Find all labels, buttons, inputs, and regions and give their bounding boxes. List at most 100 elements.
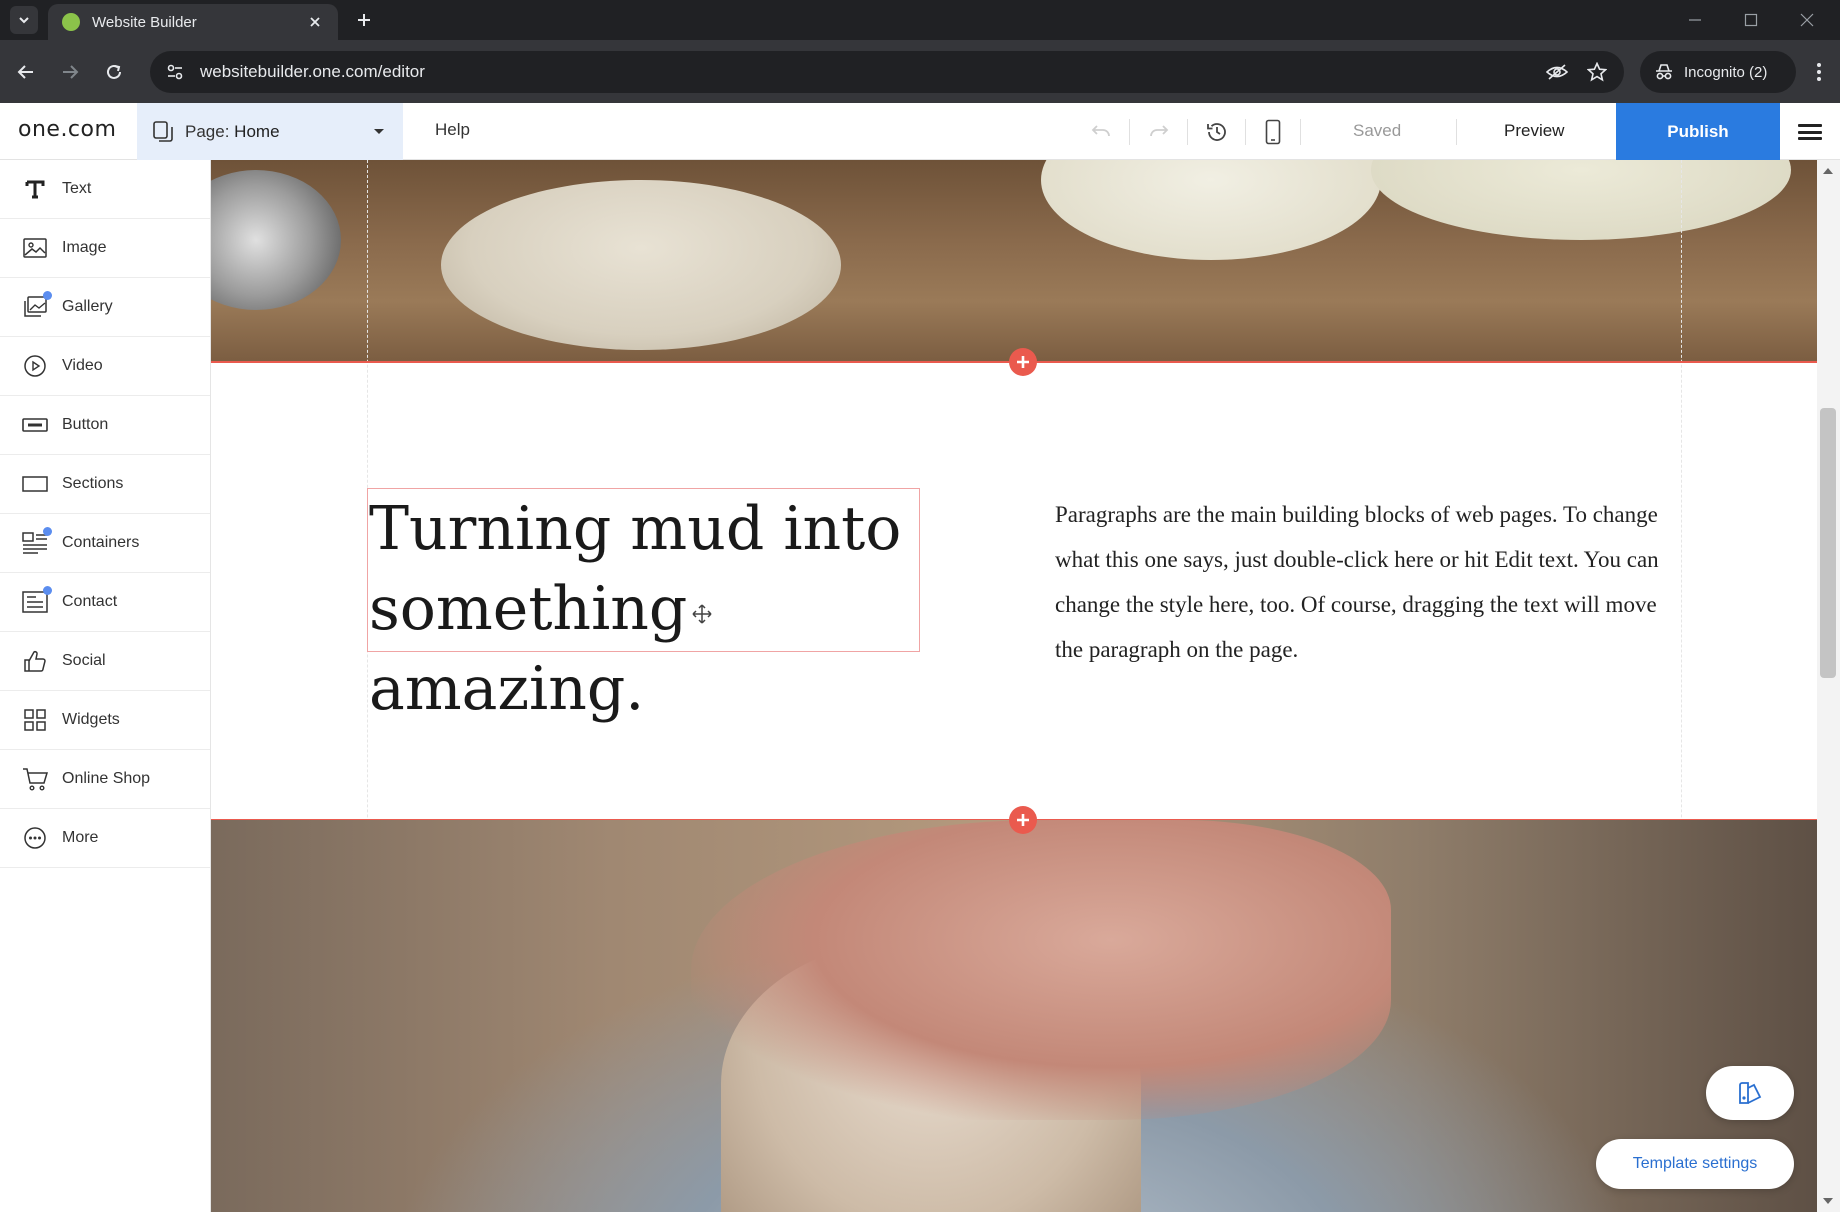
separator xyxy=(1187,119,1188,145)
hamburger-menu-button[interactable] xyxy=(1798,121,1822,143)
sidebar-item-image[interactable]: Image xyxy=(0,219,210,278)
scroll-up-arrow[interactable] xyxy=(1820,164,1836,178)
sidebar-item-label: Image xyxy=(62,239,107,256)
incognito-icon xyxy=(1656,64,1672,80)
pottery-wheel-image[interactable] xyxy=(211,820,1817,1212)
history-button[interactable] xyxy=(1201,116,1233,148)
sidebar-item-social[interactable]: Social xyxy=(0,632,210,691)
tracking-protection-icon[interactable] xyxy=(1544,59,1570,85)
separator xyxy=(1245,119,1246,145)
sidebar-item-label: Gallery xyxy=(62,298,113,315)
sidebar-item-label: Sections xyxy=(62,475,124,492)
new-tab-button[interactable] xyxy=(350,6,378,34)
sidebar-item-online-shop[interactable]: Online Shop xyxy=(0,750,210,809)
forward-button[interactable] xyxy=(54,56,86,88)
kebab-menu-icon xyxy=(1817,63,1821,81)
sidebar-item-label: Video xyxy=(62,357,103,374)
new-badge-dot xyxy=(43,527,52,536)
scrollbar-thumb[interactable] xyxy=(1820,408,1836,678)
page-canvas[interactable]: Turning mud into something amazing. Para… xyxy=(211,160,1817,1212)
minimize-button[interactable] xyxy=(1683,8,1707,32)
publish-button[interactable]: Publish xyxy=(1616,103,1780,160)
canvas-scrollbar[interactable] xyxy=(1817,160,1840,1212)
arrow-right-icon xyxy=(63,65,79,79)
undo-icon xyxy=(1091,125,1110,137)
editor-header: one.com Page: Home Help Saved Preview Pu… xyxy=(0,103,1840,160)
browser-tab-bar: Website Builder xyxy=(0,0,1840,40)
separator xyxy=(1456,119,1457,145)
containers-icon xyxy=(22,527,52,556)
back-button[interactable] xyxy=(10,56,42,88)
caret-down-icon xyxy=(374,128,384,134)
hero-image-plates[interactable] xyxy=(211,160,1817,362)
sidebar-item-contact[interactable]: Contact xyxy=(0,573,210,632)
mobile-icon xyxy=(1265,119,1281,145)
sidebar-item-containers[interactable]: Containers xyxy=(0,514,210,573)
sidebar-item-more[interactable]: More xyxy=(0,809,210,868)
paint-swatch-icon xyxy=(1739,1082,1762,1104)
bookmark-star-icon[interactable] xyxy=(1584,59,1610,85)
reload-button[interactable] xyxy=(98,56,130,88)
sidebar-item-label: More xyxy=(62,829,99,846)
site-info-icon[interactable] xyxy=(164,61,186,83)
sidebar-item-gallery[interactable]: Gallery xyxy=(0,278,210,337)
address-bar[interactable]: websitebuilder.one.com/editor xyxy=(150,51,1624,93)
help-link[interactable]: Help xyxy=(435,120,470,140)
reload-icon xyxy=(107,64,121,79)
current-page-name: Home xyxy=(234,121,280,141)
design-panel-button[interactable] xyxy=(1706,1066,1794,1120)
caret-up-icon xyxy=(1823,168,1833,174)
new-badge-dot xyxy=(43,586,52,595)
close-window-button[interactable] xyxy=(1795,8,1819,32)
contact-icon xyxy=(22,586,52,615)
close-icon xyxy=(1800,13,1814,27)
sections-icon xyxy=(22,471,48,497)
favicon-icon xyxy=(62,13,80,31)
cart-icon xyxy=(22,766,48,792)
undo-button[interactable] xyxy=(1085,116,1117,148)
heading-text-block[interactable]: Turning mud into something amazing. xyxy=(367,488,920,724)
sidebar-item-label: Button xyxy=(62,416,109,433)
sidebar-item-video[interactable]: Video xyxy=(0,337,210,396)
tab-search-button[interactable] xyxy=(10,6,38,34)
text-icon xyxy=(22,176,48,202)
mobile-view-button[interactable] xyxy=(1257,116,1289,148)
move-cursor-icon xyxy=(692,604,712,624)
separator xyxy=(1129,119,1130,145)
scroll-down-arrow[interactable] xyxy=(1820,1194,1836,1208)
sidebar-item-sections[interactable]: Sections xyxy=(0,455,210,514)
paragraph-text-block[interactable]: Paragraphs are the main building blocks … xyxy=(1055,492,1665,672)
sidebar-item-text[interactable]: Text xyxy=(0,160,210,219)
sidebar-item-widgets[interactable]: Widgets xyxy=(0,691,210,750)
add-section-button[interactable] xyxy=(1009,806,1037,834)
sidebar-item-label: Contact xyxy=(62,593,118,610)
browser-menu-button[interactable] xyxy=(1804,56,1834,88)
sidebar-item-label: Text xyxy=(62,180,92,197)
sidebar-item-label: Widgets xyxy=(62,711,120,728)
saucer-shape xyxy=(1041,160,1381,260)
sidebar-item-label: Online Shop xyxy=(62,770,151,787)
redo-button[interactable] xyxy=(1143,116,1175,148)
chevron-down-icon xyxy=(19,17,29,24)
heading-line-1: Turning mud into xyxy=(369,494,902,564)
sidebar-item-label: Social xyxy=(62,652,106,669)
browser-tab[interactable]: Website Builder xyxy=(48,4,338,40)
caret-down-icon xyxy=(1823,1198,1833,1204)
hands-shape xyxy=(691,820,1391,1120)
bowl-shape xyxy=(1371,160,1791,240)
new-badge-dot xyxy=(43,291,52,300)
page-selector[interactable]: Page: Home xyxy=(137,103,403,160)
heading-line-2: something amazing. xyxy=(369,574,688,724)
sidebar-item-button[interactable]: Button xyxy=(0,396,210,455)
preview-button[interactable]: Preview xyxy=(1504,121,1564,141)
incognito-profile-button[interactable]: Incognito (2) xyxy=(1640,51,1796,93)
add-section-button[interactable] xyxy=(1009,348,1037,376)
close-icon xyxy=(310,17,320,27)
arrow-left-icon xyxy=(17,65,33,79)
profile-label: Incognito (2) xyxy=(1684,63,1768,81)
maximize-button[interactable] xyxy=(1739,8,1763,32)
sidebar-item-label: Containers xyxy=(62,534,140,551)
template-settings-button[interactable]: Template settings xyxy=(1596,1139,1794,1189)
close-tab-button[interactable] xyxy=(306,13,324,31)
widgets-icon xyxy=(22,707,48,733)
